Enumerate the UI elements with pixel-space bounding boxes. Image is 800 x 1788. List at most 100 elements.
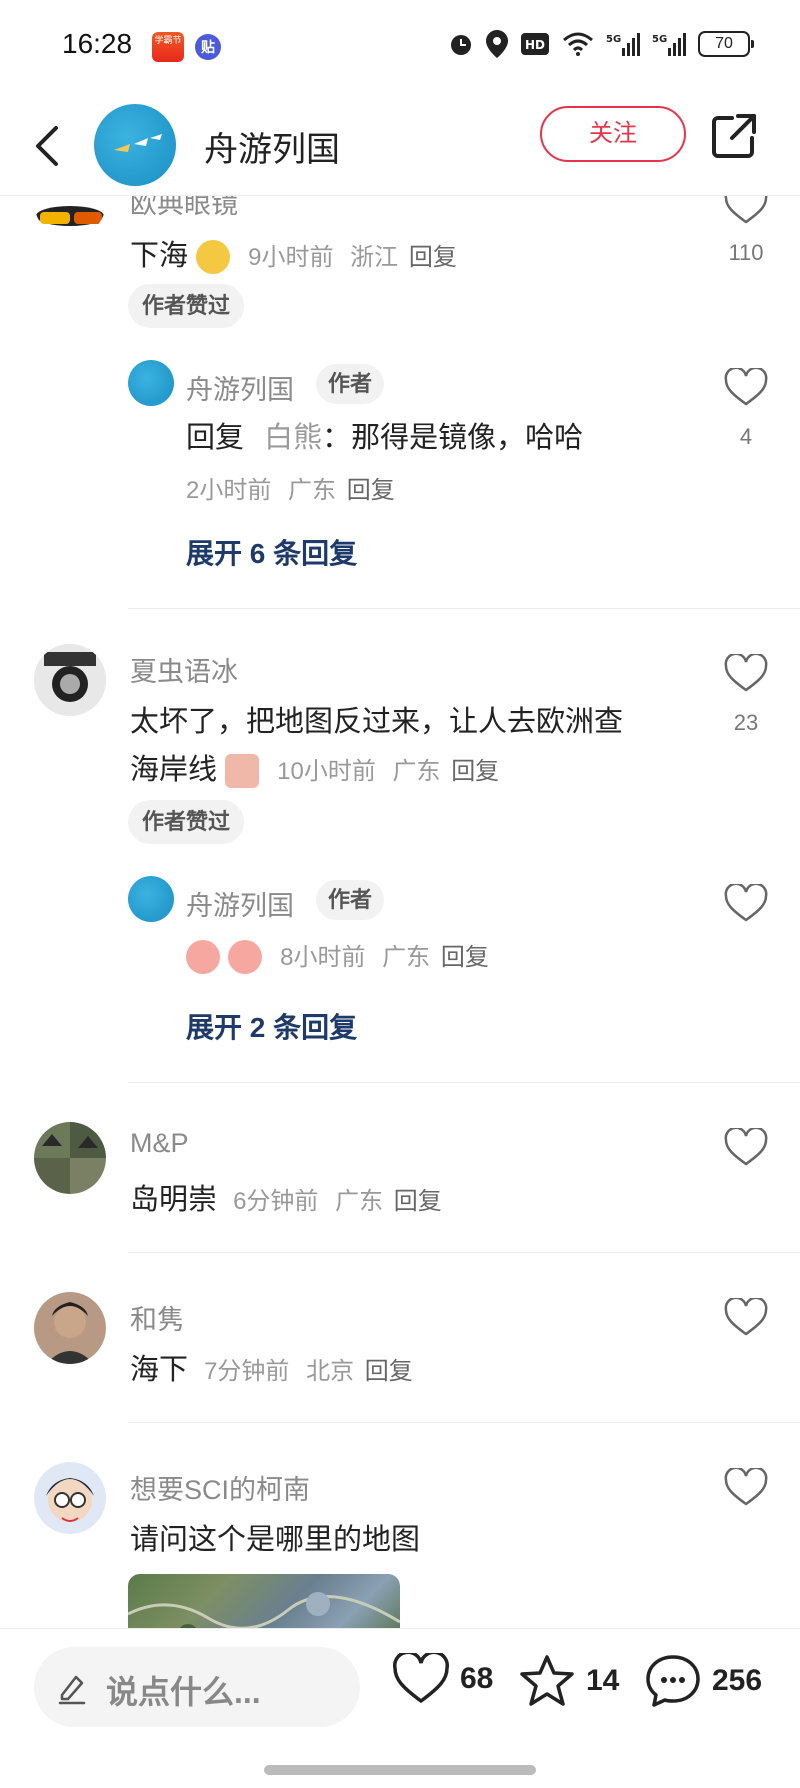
comment-text-content: 下海 [130,240,189,272]
like-count: 68 [460,1662,494,1695]
comment-input[interactable]: 说点什么... [34,1647,360,1727]
comment-action[interactable]: 256 [644,1653,762,1709]
hd-icon: HD [521,33,549,55]
comment-location: 广东 [335,1188,384,1215]
reply-text[interactable]: 8小时前 广东 回复 [186,932,489,982]
like-heart-icon[interactable] [724,196,768,226]
comment-text[interactable]: 海下 7分钟前 北京 回复 [130,1346,413,1396]
top-nav: 舟游列国 关注 [0,96,800,196]
author-avatar[interactable] [94,104,176,186]
battery-indicator: 70 [698,31,754,57]
like-count: 4 [739,424,753,449]
emoji-sticker [228,940,263,975]
svg-text:5G: 5G [606,34,621,45]
reply-button[interactable]: 回复 [394,1188,442,1215]
commenter-name[interactable]: M&P [130,1128,189,1159]
like-heart-icon[interactable] [724,654,768,694]
author-liked-badge: 作者赞过 [128,800,245,844]
svg-text:HD: HD [525,38,545,52]
app-notification-icon: 学霸节 [152,32,184,62]
svg-text:5G: 5G [652,34,667,45]
reply-content: ：那得是镜像，哈哈 [322,422,584,454]
commenter-name[interactable]: 夏虫语冰 [130,650,238,689]
share-icon[interactable] [710,112,758,160]
comment-time: 7分钟前 [204,1358,290,1385]
commenter-avatar[interactable] [34,1292,106,1364]
pencil-icon [58,1675,86,1705]
commenter-name[interactable]: 和隽 [130,1298,184,1337]
bottom-action-bar: 说点什么... 68 14 256 [0,1628,800,1788]
reply-meta: 2小时前 广东 回复 [186,470,395,505]
signal-5g-icon-2: 5G [652,33,686,56]
comment-text-content: 海下 [130,1354,189,1386]
location-icon [486,30,508,58]
like-action[interactable]: 68 [392,1653,493,1705]
reply-avatar[interactable] [128,876,174,922]
like-heart-icon[interactable] [724,1298,768,1338]
comment-text[interactable]: 请问这个是哪里的地图 [130,1516,420,1564]
reply-target[interactable]: 白熊 [264,422,322,454]
commenter-name[interactable]: 欧典眼镜 [130,196,238,221]
signal-5g-icon: 5G [606,33,640,56]
expand-replies-button[interactable]: 展开 2 条回复 [186,1006,357,1046]
reply-meta: 8小时前 广东 回复 [280,944,489,971]
favorite-count: 14 [586,1664,620,1697]
home-indicator[interactable] [264,1765,536,1775]
reply-avatar[interactable] [128,360,174,406]
like-heart-icon[interactable] [724,884,768,924]
expand-replies-button[interactable]: 展开 6 条回复 [186,532,357,572]
comment-text-line: 太坏了，把地图反过来，让人去欧洲查 [130,706,624,738]
like-heart-icon[interactable] [724,1128,768,1168]
comment-location: 浙江 [350,244,399,271]
commenter-avatar[interactable] [34,1462,106,1534]
author-tag: 作者 [316,364,385,404]
comment-text[interactable]: 岛明崇 6分钟前 广东 回复 [130,1176,442,1226]
comment-image-map[interactable] [128,1574,400,1628]
comment-meta: 7分钟前 北京 回复 [204,1358,413,1385]
emoji-sticker [225,754,260,789]
favorite-action[interactable]: 14 [518,1653,619,1709]
reply-author-name[interactable]: 舟游列国 [186,368,294,407]
comment-text[interactable]: 太坏了，把地图反过来，让人去欧洲查 海岸线 10小时前 广东 回复 [130,698,690,796]
like-heart-icon[interactable] [724,1468,768,1508]
divider [128,1422,800,1423]
reply-author-name[interactable]: 舟游列国 [186,884,294,923]
system-icons: HD 5G 5G 70 [448,30,754,58]
comment-meta: 6分钟前 广东 回复 [233,1188,442,1215]
commenter-avatar[interactable] [34,1122,106,1194]
comment-text[interactable]: 下海 9小时前 浙江 回复 [130,232,457,282]
divider [128,1082,800,1083]
reply-text[interactable]: 回复 白熊：那得是镜像，哈哈 [186,414,583,462]
reply-button[interactable]: 回复 [451,758,499,785]
comment-time: 6分钟前 [233,1188,319,1215]
commenter-name[interactable]: 想要SCI的柯南 [130,1468,310,1507]
follow-button[interactable]: 关注 [540,106,686,162]
comment-meta: 10小时前 广东 回复 [277,758,499,785]
author-tag: 作者 [316,880,385,920]
wifi-icon [563,32,593,56]
comment-bubble-icon [646,1655,700,1707]
comment-location: 广东 [392,758,441,785]
divider [128,1252,800,1253]
comment-text-line: 海岸线 10小时前 广东 回复 [130,746,690,796]
emoji-sticker [186,940,220,975]
author-name[interactable]: 舟游列国 [204,122,340,171]
reply-time: 2小时前 [186,477,272,504]
like-heart-icon[interactable] [724,368,768,408]
reply-button[interactable]: 回复 [409,244,457,271]
emoji-sticker [196,240,231,275]
reply-button[interactable]: 回复 [347,477,395,504]
status-time: 16:28 [62,28,133,59]
commenter-avatar[interactable] [34,644,106,716]
comment-time: 10小时前 [277,758,376,785]
back-arrow-icon[interactable] [28,118,68,174]
reply-button[interactable]: 回复 [365,1358,413,1385]
comment-input-placeholder: 说点什么... [106,1674,261,1710]
commenter-avatar[interactable] [34,196,106,238]
reply-button[interactable]: 回复 [441,944,489,971]
divider [128,608,800,609]
like-count: 23 [733,710,759,735]
comment-meta: 9小时前 浙江 回复 [248,244,457,271]
heart-icon [393,1653,449,1704]
tieba-notification-icon: 贴 [195,34,221,60]
